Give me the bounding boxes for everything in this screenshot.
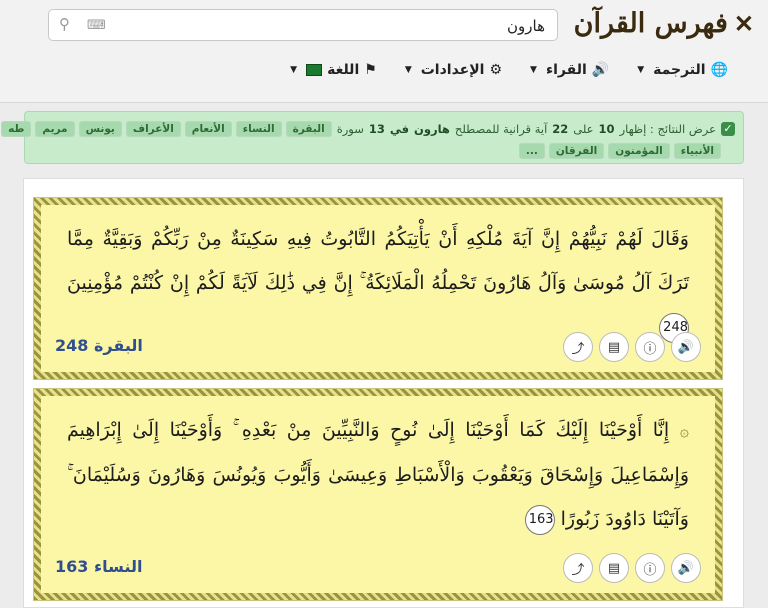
main-nav: 🌐 الترجمة ▼ 🔊 القراء ▼ ⚙ الإعدادات ▼ ⚑ ا… [290,62,728,78]
sura-tag[interactable]: الأنعام [184,121,232,137]
sura-reference-link[interactable]: النساء 163 [55,557,142,576]
flag-icon: ⚑ [364,62,377,78]
results-search-term: هارون [414,122,450,136]
results-ayat-label: آية قرانية للمصطلح [454,122,548,136]
results-in-label: في [389,122,410,136]
share-icon: ⤴ [571,341,585,357]
info-button[interactable]: ⓘ [635,332,665,362]
logo-title: فهرس القرآن [573,8,728,39]
ayah-number: 163 [524,505,555,535]
speaker-icon: 🔊 [591,62,610,78]
results-shown-count: 10 [598,122,615,136]
sura-filter-tags-row2: الأنبياء المؤمنون الفرقان ... [518,143,721,159]
verse-card: ۞ إِنَّا أَوْحَيْنَا إِلَيْكَ كَمَا أَوْ… [33,388,723,601]
verse-card: وَقَالَ لَهُمْ نَبِيُّهُمْ إِنَّ آيَةَ م… [33,197,723,380]
search-input[interactable] [123,10,547,42]
verse-actions: 🔊 ⓘ ▤ ⤴ [563,332,701,362]
saudi-flag-icon [306,64,323,76]
chevron-down-icon: ▼ [404,65,412,75]
play-audio-button[interactable]: 🔊 [671,553,701,583]
sura-tag[interactable]: الفرقان [548,143,605,159]
gear-icon: ⚙ [489,62,503,78]
sura-tag[interactable]: البقرة [285,121,332,137]
pdf-icon: ▤ [607,560,621,576]
results-prefix: عرض النتائج : إظهار [619,122,716,136]
verse-footer: 🔊 ⓘ ▤ ⤴ البقرة 248 [41,332,715,362]
nav-settings-label: الإعدادات [420,62,485,78]
sura-reference-link[interactable]: البقرة 248 [55,336,143,355]
logo-emblem-icon: ✕ [733,9,754,38]
keyboard-icon[interactable]: ⌨ [87,18,106,33]
site-logo[interactable]: ✕ فهرس القرآن [574,8,754,39]
results-sura-count: 13 [368,122,385,136]
play-audio-button[interactable]: 🔊 [671,332,701,362]
results-total-count: 22 [552,122,569,136]
sura-tag[interactable]: الأعراف [125,121,181,137]
results-on-label: على [573,122,594,136]
results-sura-label: سورة [336,122,364,136]
share-button[interactable]: ⤴ [563,332,593,362]
info-button[interactable]: ⓘ [635,553,665,583]
verse-text: وَقَالَ لَهُمْ نَبِيُّهُمْ إِنَّ آيَةَ م… [67,228,689,294]
nav-translation-label: الترجمة [653,62,706,78]
chevron-down-icon: ▼ [530,65,537,75]
app-header: ✕ فهرس القرآن ⌨ ⚲ 🌐 الترجمة ▼ 🔊 القراء ▼… [0,0,768,103]
nav-translation[interactable]: 🌐 الترجمة ▼ [637,62,728,78]
verse-actions: 🔊 ⓘ ▤ ⤴ [563,553,701,583]
nav-settings[interactable]: ⚙ الإعدادات ▼ [405,62,502,78]
info-icon: ⓘ [643,562,657,578]
info-icon: ⓘ [643,341,657,357]
more-suras-button[interactable]: ... [518,143,545,159]
pdf-icon: ▤ [607,339,621,355]
search-icon[interactable]: ⚲ [59,15,70,33]
sura-tag[interactable]: المؤمنون [608,143,670,159]
results-summary-line: ✓ عرض النتائج : إظهار 10 على 22 آية قران… [1,121,735,137]
chevron-down-icon: ▼ [637,65,645,75]
sura-filter-tags: البقرة النساء الأنعام الأعراف يونس مريم … [1,121,332,137]
share-icon: ⤴ [571,562,585,578]
verse-text-block: وَقَالَ لَهُمْ نَبِيُّهُمْ إِنَّ آيَةَ م… [41,205,715,349]
nav-language[interactable]: ⚑ اللغة ▼ [290,62,377,78]
check-icon: ✓ [721,122,735,136]
sajda-marker-icon: ۞ [679,421,689,440]
sura-tag[interactable]: طه [1,121,32,137]
nav-language-label: اللغة [327,62,360,78]
speaker-icon: 🔊 [677,339,695,355]
pdf-button[interactable]: ▤ [599,553,629,583]
speaker-icon: 🔊 [677,560,695,576]
verse-footer: 🔊 ⓘ ▤ ⤴ النساء 163 [41,553,715,583]
pdf-button[interactable]: ▤ [599,332,629,362]
verse-text-block: ۞ إِنَّا أَوْحَيْنَا إِلَيْكَ كَمَا أَوْ… [41,396,715,541]
search-box[interactable]: ⌨ ⚲ [48,9,558,42]
sura-tag[interactable]: مريم [35,121,75,137]
globe-icon: 🌐 [710,62,728,78]
share-button[interactable]: ⤴ [563,553,593,583]
sura-tag[interactable]: الأنبياء [673,143,721,159]
nav-reciters-label: القراء [545,62,587,78]
sura-tag[interactable]: النساء [235,121,282,137]
nav-reciters[interactable]: 🔊 القراء ▼ [530,62,609,78]
sura-tag[interactable]: يونس [78,121,122,137]
verse-text: إِنَّا أَوْحَيْنَا إِلَيْكَ كَمَا أَوْحَ… [67,419,689,530]
chevron-down-icon: ▼ [290,65,298,75]
results-summary: ✓ عرض النتائج : إظهار 10 على 22 آية قران… [1,111,744,164]
